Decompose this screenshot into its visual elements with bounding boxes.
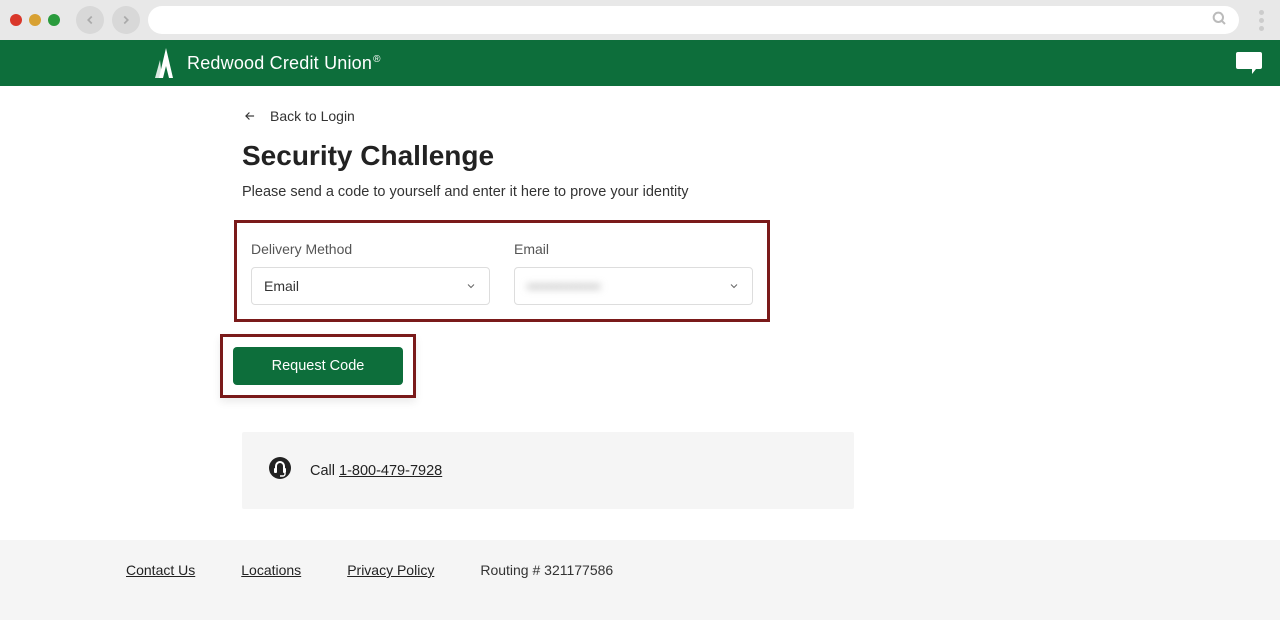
url-bar[interactable] [148, 6, 1239, 34]
email-label: Email [514, 241, 753, 257]
brand-logo-icon [155, 48, 177, 78]
chevron-down-icon [465, 280, 477, 292]
request-code-button[interactable]: Request Code [233, 347, 403, 385]
brand: Redwood Credit Union® [155, 48, 381, 78]
close-window-button[interactable] [10, 14, 22, 26]
minimize-window-button[interactable] [29, 14, 41, 26]
help-text: Call 1-800-479-7928 [310, 463, 442, 479]
browser-menu-button[interactable] [1253, 10, 1270, 31]
delivery-method-value: Email [264, 278, 299, 294]
browser-back-button[interactable] [76, 6, 104, 34]
back-to-login-link[interactable]: Back to Login [242, 108, 355, 124]
form-highlight-box: Delivery Method Email Email ••••••••••••… [234, 220, 770, 322]
brand-name: Redwood Credit Union® [187, 53, 381, 74]
browser-forward-button[interactable] [112, 6, 140, 34]
browser-chrome [0, 0, 1280, 40]
back-link-label: Back to Login [270, 108, 355, 124]
button-highlight-box: Request Code [220, 334, 416, 398]
help-bar: Call 1-800-479-7928 [242, 432, 854, 509]
maximize-window-button[interactable] [48, 14, 60, 26]
email-select[interactable]: ••••••••••••••• [514, 267, 753, 305]
chevron-down-icon [728, 280, 740, 292]
chat-icon[interactable] [1236, 52, 1262, 74]
routing-number: Routing # 321177586 [480, 562, 613, 578]
main-content: Back to Login Security Challenge Please … [0, 86, 1280, 509]
headset-icon [268, 456, 292, 485]
delivery-method-label: Delivery Method [251, 241, 490, 257]
delivery-method-select[interactable]: Email [251, 267, 490, 305]
search-icon [1211, 10, 1227, 31]
page-subtitle: Please send a code to yourself and enter… [242, 184, 1280, 200]
arrow-left-icon [242, 109, 258, 123]
footer-locations-link[interactable]: Locations [241, 562, 301, 578]
site-footer: Contact Us Locations Privacy Policy Rout… [0, 540, 1280, 620]
email-value: ••••••••••••••• [527, 278, 601, 294]
page-title: Security Challenge [242, 140, 1280, 172]
phone-link[interactable]: 1-800-479-7928 [339, 463, 442, 479]
footer-privacy-link[interactable]: Privacy Policy [347, 562, 434, 578]
footer-contact-link[interactable]: Contact Us [126, 562, 195, 578]
site-header: Redwood Credit Union® [0, 40, 1280, 86]
window-controls [10, 14, 60, 26]
